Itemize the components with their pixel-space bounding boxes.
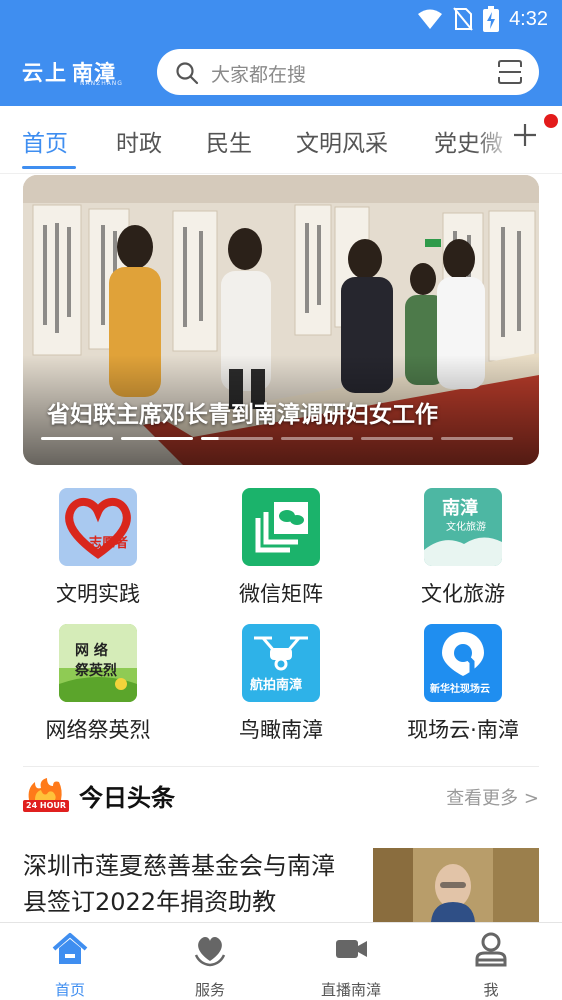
news-thumbnail	[373, 848, 539, 922]
shortcut-label: 鸟瞰南漳	[239, 718, 323, 742]
tab-home[interactable]: 首页	[22, 124, 68, 158]
wifi-icon	[418, 9, 443, 29]
section-divider	[23, 766, 539, 767]
search-icon	[176, 62, 199, 85]
search-placeholder: 大家都在搜	[211, 64, 307, 86]
banner-carousel[interactable]: 省妇联主席邓长青到南漳调研妇女工作	[23, 175, 539, 465]
active-tab-indicator	[22, 166, 76, 169]
volunteer-text: 志愿者	[89, 536, 129, 551]
tab-livelihood[interactable]: 民生	[206, 124, 252, 158]
shortcut-label: 现场云·南漳	[407, 718, 519, 742]
top-bar: 云上 南漳 NANZHANG 大家都在搜	[0, 40, 562, 106]
search-bar[interactable]: 大家都在搜	[157, 49, 539, 95]
bottom-navigation: 首页 服务 直播南漳 我	[0, 922, 562, 1000]
shortcut-online-memorial[interactable]: 网 络 祭英烈 网络祭英烈	[13, 624, 183, 744]
section-title: 今日头条	[79, 784, 175, 812]
banner-title[interactable]: 省妇联主席邓长青到南漳调研妇女工作	[47, 395, 438, 429]
home-icon	[52, 933, 88, 964]
nav-label: 服务	[194, 981, 225, 999]
shortcut-wechat-matrix[interactable]: 微信矩阵	[196, 488, 366, 608]
memorial-icon: 网 络 祭英烈	[59, 624, 137, 702]
logo-sub-text: NANZHANG	[80, 80, 123, 87]
banner-dot	[121, 437, 193, 440]
video-camera-icon	[336, 940, 367, 958]
shortcut-aerial-view[interactable]: 航拍南漳 鸟瞰南漳	[196, 624, 366, 744]
service-heart-icon	[194, 937, 226, 967]
volunteer-heart-icon: 志愿者	[59, 488, 137, 566]
live-cloud-icon: 新华社现场云	[424, 624, 502, 702]
icon-network-text: 网 络	[75, 643, 108, 659]
nav-live[interactable]: 直播南漳	[291, 931, 411, 1000]
status-bar: 4:32	[0, 0, 562, 40]
shortcut-culture-tourism[interactable]: 南漳 文化旅游 文化旅游	[378, 488, 548, 608]
app-logo[interactable]: 云上 南漳 NANZHANG	[22, 54, 122, 90]
banner-dot	[201, 437, 273, 440]
nav-label: 直播南漳	[320, 981, 381, 999]
banner-dot	[361, 437, 433, 440]
status-time: 4:32	[509, 7, 548, 30]
nav-me[interactable]: 我	[431, 931, 551, 1000]
24-hour-icon: 24 HOUR	[23, 778, 69, 812]
nav-service[interactable]: 服务	[150, 931, 270, 1000]
banner-dot	[41, 437, 113, 440]
notification-dot	[544, 114, 558, 128]
nav-label: 首页	[54, 981, 85, 999]
icon-memorial-text: 祭英烈	[75, 663, 117, 679]
scan-icon[interactable]	[497, 59, 523, 85]
drone-icon: 航拍南漳	[242, 624, 320, 702]
see-more-link[interactable]: 查看更多 >	[446, 784, 539, 810]
tab-civilization[interactable]: 文明风采	[296, 124, 388, 158]
culture-tourism-icon: 南漳 文化旅游	[424, 488, 502, 566]
shortcut-label: 文化旅游	[421, 582, 505, 606]
add-channel-icon[interactable]	[510, 120, 540, 150]
icon-live-cloud-text: 新华社现场云	[430, 684, 490, 695]
shortcut-label: 文明实践	[56, 582, 140, 606]
banner-dot	[441, 437, 513, 440]
channel-tabs: 首页 时政 民生 文明风采 党史微	[0, 106, 562, 174]
news-title: 深圳市莲夏慈善基金会与南漳县签订2022年捐资助教	[23, 852, 335, 916]
headlines-header: 24 HOUR 今日头条 查看更多 >	[23, 776, 539, 816]
hour-badge-text: 24 HOUR	[26, 801, 67, 810]
shortcut-live-cloud[interactable]: 新华社现场云 现场云·南漳	[378, 624, 548, 744]
banner-pagination	[41, 437, 513, 440]
icon-aerial-text: 航拍南漳	[250, 678, 303, 693]
logo-main-text: 云上	[22, 61, 68, 85]
status-icons: 4:32	[417, 6, 548, 32]
nav-label: 我	[483, 981, 499, 999]
banner-dot	[281, 437, 353, 440]
nav-home[interactable]: 首页	[10, 931, 130, 1000]
user-icon	[475, 932, 507, 967]
shortcut-civilization-practice[interactable]: 志愿者 文明实践	[13, 488, 183, 608]
no-sim-icon	[453, 7, 473, 31]
battery-charging-icon	[483, 6, 500, 32]
shortcut-label: 网络祭英烈	[45, 718, 151, 742]
tab-politics[interactable]: 时政	[116, 124, 162, 158]
shortcut-label: 微信矩阵	[239, 582, 323, 606]
wechat-matrix-icon	[242, 488, 320, 566]
news-item[interactable]: 深圳市莲夏慈善基金会与南漳县签订2022年捐资助教	[23, 848, 539, 922]
